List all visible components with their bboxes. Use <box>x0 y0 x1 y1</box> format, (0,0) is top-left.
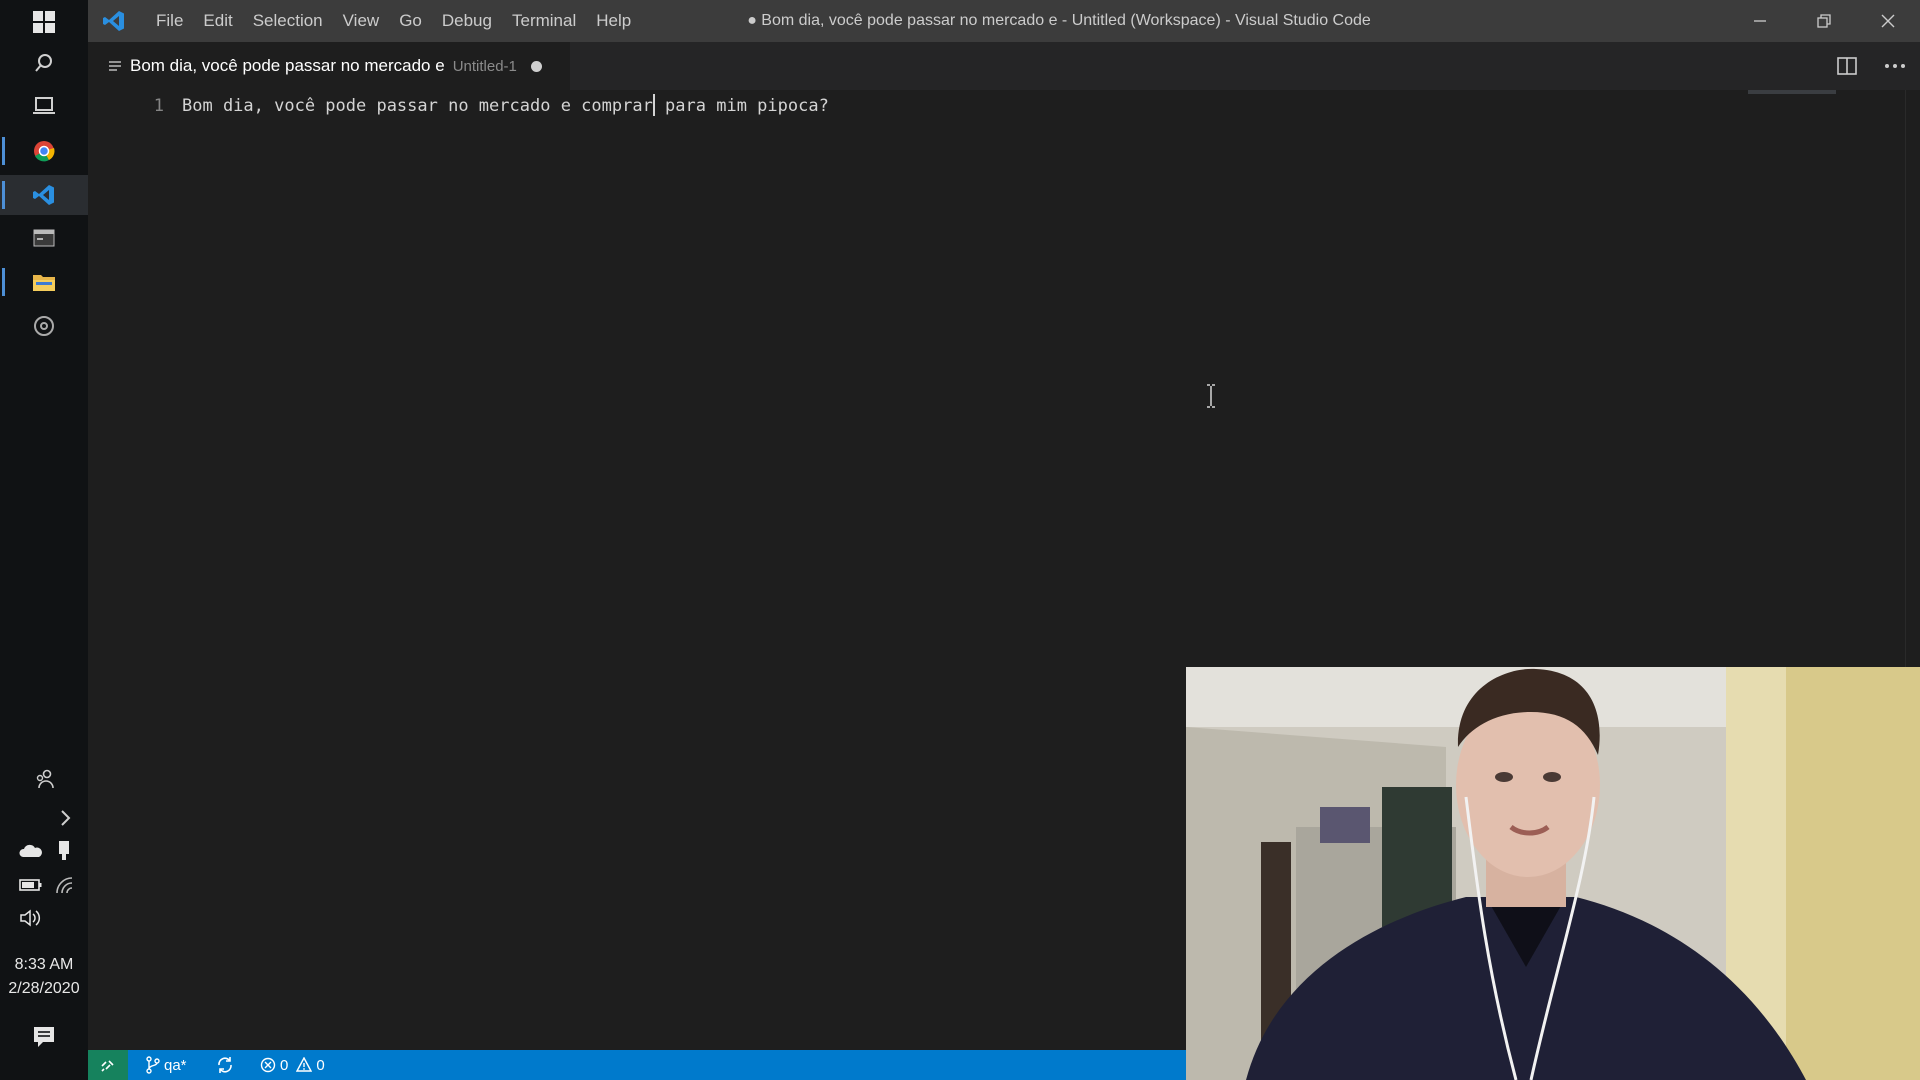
task-view-icon <box>33 97 55 114</box>
menu-bar: File Edit Selection View Go Debug Termin… <box>146 0 641 42</box>
error-icon <box>260 1057 276 1073</box>
webcam-video-overlay <box>1186 667 1920 1080</box>
remote-indicator[interactable] <box>88 1050 128 1080</box>
minimize-icon <box>1754 20 1766 22</box>
warning-icon <box>296 1057 313 1072</box>
error-count: 0 <box>280 1056 289 1074</box>
tab-title: Bom dia, você pode passar no mercado e <box>130 56 445 75</box>
taskbar-file-explorer[interactable] <box>0 262 88 302</box>
windows-start-button[interactable] <box>0 2 88 42</box>
usb-device-icon[interactable] <box>51 840 77 862</box>
taskbar-date[interactable]: 2/28/2020 <box>0 977 88 1001</box>
menu-help[interactable]: Help <box>586 11 641 31</box>
taskbar-running-indicator <box>2 268 5 296</box>
menu-terminal[interactable]: Terminal <box>502 11 586 31</box>
task-view-button[interactable] <box>0 85 88 125</box>
split-editor-icon[interactable] <box>1836 56 1858 76</box>
close-icon <box>1881 14 1895 28</box>
people-icon[interactable] <box>31 768 57 790</box>
line-number: 1 <box>153 96 164 116</box>
screen: 8:33 AM 2/28/2020 File Edit Selection Vi… <box>0 0 1920 1080</box>
sync-icon <box>218 1057 232 1073</box>
more-actions-icon[interactable] <box>1884 63 1906 69</box>
menu-file[interactable]: File <box>146 11 193 31</box>
title-bar: File Edit Selection View Go Debug Termin… <box>88 0 1920 42</box>
taskbar-time[interactable]: 8:33 AM <box>0 953 88 977</box>
editor-tab-bar: Bom dia, você pode passar no mercado e U… <box>88 42 1920 90</box>
windows-taskbar: 8:33 AM 2/28/2020 <box>0 0 88 1080</box>
menu-view[interactable]: View <box>333 11 390 31</box>
webcam-feed-image <box>1186 667 1920 1080</box>
taskbar-search-button[interactable] <box>0 43 88 83</box>
mouse-ibeam-cursor-icon <box>1207 384 1215 408</box>
terminal-icon <box>33 229 55 247</box>
taskbar-vscode[interactable] <box>0 175 88 215</box>
volume-icon[interactable] <box>18 907 44 929</box>
editor-tab-untitled-1[interactable]: Bom dia, você pode passar no mercado e U… <box>88 42 570 90</box>
code-line[interactable]: Bom dia, você pode passar no mercado e c… <box>182 92 829 120</box>
minimap-slider[interactable] <box>1748 90 1836 94</box>
taskbar-running-indicator <box>2 137 5 165</box>
problems-status[interactable]: 0 0 <box>260 1050 325 1080</box>
tab-description: Untitled-1 <box>452 57 517 75</box>
menu-selection[interactable]: Selection <box>243 11 333 31</box>
git-branch-icon <box>146 1056 160 1074</box>
vscode-icon <box>33 185 54 205</box>
vscode-logo-icon <box>103 11 124 31</box>
warning-count: 0 <box>316 1056 325 1074</box>
git-branch-name: qa* <box>164 1056 187 1074</box>
taskbar-active-indicator <box>2 181 5 209</box>
folder-icon <box>33 275 55 291</box>
code-text-before-cursor: Bom dia, você pode passar no mercado e c… <box>182 96 653 116</box>
menu-debug[interactable]: Debug <box>432 11 502 31</box>
taskbar-terminal[interactable] <box>0 218 88 258</box>
wifi-icon[interactable] <box>52 874 78 896</box>
plain-text-file-icon <box>109 61 121 71</box>
close-button[interactable] <box>1856 0 1920 42</box>
sync-status[interactable] <box>216 1050 234 1080</box>
menu-go[interactable]: Go <box>389 11 432 31</box>
taskbar-chrome[interactable] <box>0 131 88 171</box>
code-text-after-cursor: para mim pipoca? <box>654 96 829 116</box>
settings-icon <box>34 316 54 336</box>
onedrive-icon[interactable] <box>18 840 44 862</box>
chrome-icon <box>34 141 55 162</box>
restore-icon <box>1817 14 1831 28</box>
chevron-right-icon[interactable] <box>52 807 78 829</box>
taskbar-settings[interactable] <box>0 306 88 346</box>
battery-icon[interactable] <box>18 874 44 896</box>
minimize-button[interactable] <box>1728 0 1792 42</box>
window-controls <box>1728 0 1920 42</box>
action-center-icon[interactable] <box>31 1026 57 1048</box>
restore-button[interactable] <box>1792 0 1856 42</box>
windows-logo-icon <box>33 11 55 33</box>
search-icon <box>35 54 52 72</box>
editor-actions <box>1836 42 1906 90</box>
remote-icon <box>101 1060 114 1072</box>
menu-edit[interactable]: Edit <box>193 11 242 31</box>
git-branch-status[interactable]: qa* <box>146 1050 187 1080</box>
unsaved-dot-icon[interactable] <box>530 60 542 72</box>
